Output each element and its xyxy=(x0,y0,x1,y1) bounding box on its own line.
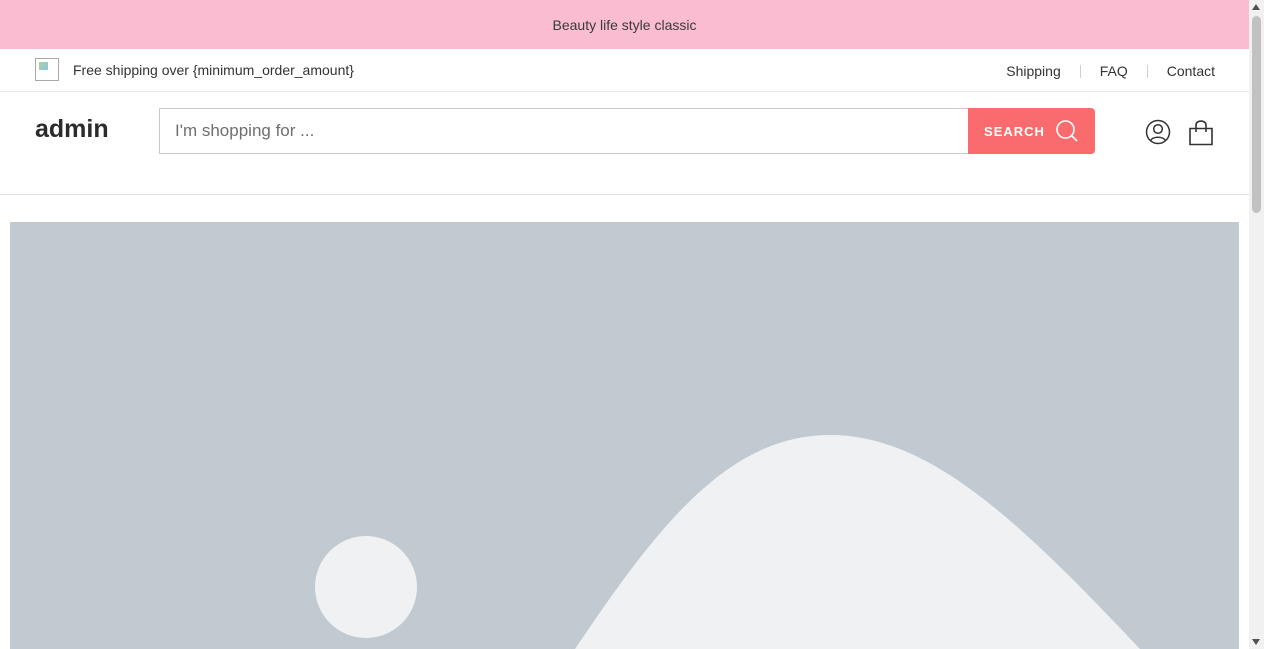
top-links: Shipping FAQ Contact xyxy=(987,63,1215,79)
placeholder-image-icon xyxy=(10,222,1239,649)
top-bar: Free shipping over {minimum_order_amount… xyxy=(0,49,1249,92)
shipping-text: Free shipping over {minimum_order_amount… xyxy=(73,62,354,78)
account-icon[interactable] xyxy=(1145,118,1171,146)
scroll-thumb[interactable] xyxy=(1252,16,1261,213)
broken-image-icon xyxy=(35,57,59,81)
search-icon xyxy=(1056,120,1078,142)
shipping-link[interactable]: Shipping xyxy=(987,63,1080,79)
site-logo[interactable]: admin xyxy=(35,115,109,144)
hero-banner[interactable] xyxy=(10,222,1239,649)
announcement-text: Beauty life style classic xyxy=(552,16,697,33)
site-header: admin SEARCH xyxy=(0,92,1249,195)
search-button-label: SEARCH xyxy=(984,123,1045,139)
search-input[interactable] xyxy=(159,108,968,154)
search-form: SEARCH xyxy=(159,108,1095,154)
search-button[interactable]: SEARCH xyxy=(968,108,1095,154)
faq-link[interactable]: FAQ xyxy=(1081,63,1147,79)
scroll-up-icon[interactable] xyxy=(1252,4,1260,10)
shopping-bag-icon[interactable] xyxy=(1188,118,1214,146)
announcement-bar: Beauty life style classic xyxy=(0,0,1249,49)
contact-link[interactable]: Contact xyxy=(1148,63,1215,79)
shipping-notice: Free shipping over {minimum_order_amount… xyxy=(35,57,354,81)
scroll-down-icon[interactable] xyxy=(1252,639,1260,645)
scrollbar[interactable] xyxy=(1249,0,1264,649)
